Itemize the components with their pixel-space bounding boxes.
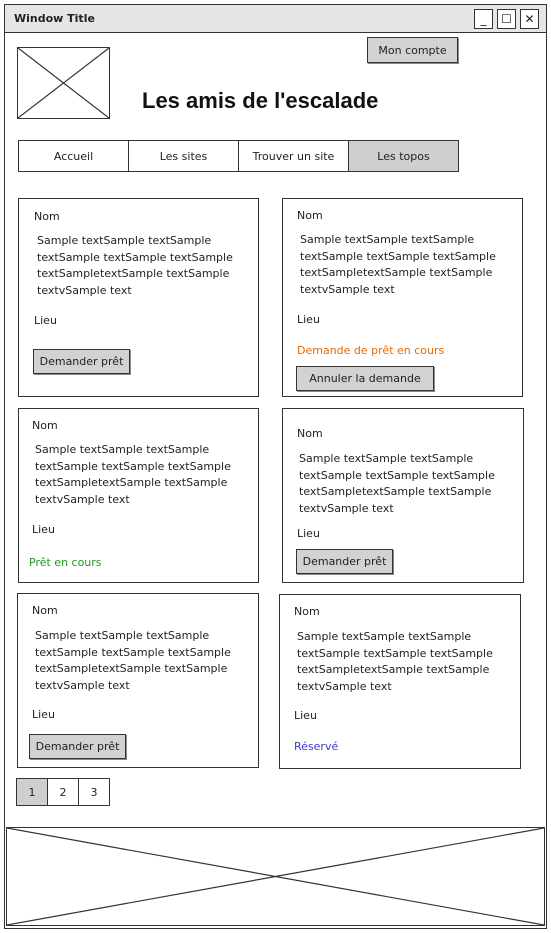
- page-1-button[interactable]: 1: [17, 779, 48, 805]
- status-label: Demande de prêt en cours: [297, 344, 445, 357]
- card-description: Sample textSample textSample textSample …: [300, 233, 496, 296]
- close-button[interactable]: ✕: [520, 9, 539, 29]
- card-description: Sample textSample textSample textSample …: [35, 443, 231, 506]
- maximize-button[interactable]: ☐: [497, 9, 516, 29]
- topo-card: Nom Sample textSample textSample textSam…: [282, 198, 523, 397]
- card-location: Lieu: [297, 527, 320, 540]
- card-location: Lieu: [32, 708, 55, 721]
- nav-item-accueil[interactable]: Accueil: [19, 141, 129, 171]
- page-2-button[interactable]: 2: [48, 779, 79, 805]
- nav-item-trouver-un-site[interactable]: Trouver un site: [239, 141, 349, 171]
- site-title: Les amis de l'escalade: [142, 88, 379, 113]
- logo-image-placeholder: [17, 47, 110, 119]
- card-location: Lieu: [294, 709, 317, 722]
- page-3-button[interactable]: 3: [79, 779, 109, 805]
- status-label: Réservé: [294, 740, 339, 753]
- card-name: Nom: [32, 604, 58, 617]
- minimize-button[interactable]: _: [474, 9, 493, 29]
- main-nav: Accueil Les sites Trouver un site Les to…: [18, 140, 459, 172]
- card-location: Lieu: [34, 314, 57, 327]
- request-loan-button[interactable]: Demander prêt: [33, 349, 130, 374]
- card-name: Nom: [294, 605, 320, 618]
- window-title: Window Title: [14, 12, 95, 25]
- card-location: Lieu: [297, 313, 320, 326]
- nav-item-les-sites[interactable]: Les sites: [129, 141, 239, 171]
- card-description: Sample textSample textSample textSample …: [37, 234, 233, 297]
- card-name: Nom: [34, 210, 60, 223]
- cancel-request-button[interactable]: Annuler la demande: [296, 366, 434, 391]
- status-label: Prêt en cours: [29, 556, 102, 569]
- card-description: Sample textSample textSample textSample …: [297, 630, 493, 693]
- card-location: Lieu: [32, 523, 55, 536]
- topo-card: Nom Sample textSample textSample textSam…: [18, 408, 259, 583]
- request-loan-button[interactable]: Demander prêt: [296, 549, 393, 574]
- nav-item-les-topos[interactable]: Les topos: [349, 141, 458, 171]
- topo-card: Nom Sample textSample textSample textSam…: [18, 198, 259, 397]
- request-loan-button[interactable]: Demander prêt: [29, 734, 126, 759]
- pagination: 1 2 3: [16, 778, 110, 806]
- card-description: Sample textSample textSample textSample …: [35, 629, 231, 692]
- topo-card: Nom Sample textSample textSample textSam…: [279, 594, 521, 769]
- footer-image-placeholder: [6, 827, 545, 926]
- card-name: Nom: [297, 209, 323, 222]
- topo-card: Nom Sample textSample textSample textSam…: [17, 593, 259, 768]
- card-description: Sample textSample textSample textSample …: [299, 452, 495, 515]
- account-button[interactable]: Mon compte: [367, 37, 458, 63]
- card-name: Nom: [297, 427, 323, 440]
- topo-card: Nom Sample textSample textSample textSam…: [282, 408, 524, 583]
- card-name: Nom: [32, 419, 58, 432]
